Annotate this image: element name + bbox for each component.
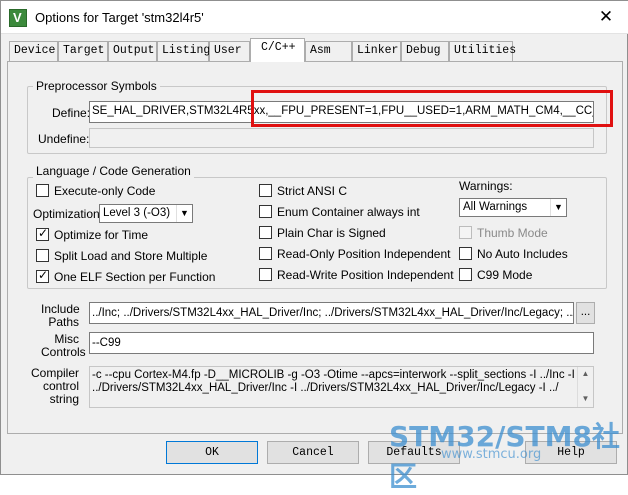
ok-button[interactable]: OK <box>166 441 258 464</box>
tab-debug[interactable]: Debug <box>401 41 449 61</box>
compiler-control-label: Compiler control string <box>31 367 79 406</box>
tab-label: Linker <box>357 44 399 57</box>
window-title: Options for Target 'stm32l4r5' <box>35 10 204 25</box>
include-paths-label-line2: Paths <box>48 315 79 329</box>
tab-label: Target <box>63 44 105 57</box>
split-load-checkbox[interactable] <box>36 249 49 262</box>
tab-label: User <box>214 44 242 57</box>
rw-position-checkbox[interactable] <box>259 268 272 281</box>
enum-container-label: Enum Container always int <box>277 205 420 219</box>
cancel-label: Cancel <box>292 446 334 459</box>
tab-label: C/C++ <box>261 41 296 54</box>
cancel-button[interactable]: Cancel <box>267 441 359 464</box>
tab-label: Listing <box>162 44 211 57</box>
tab-listing[interactable]: Listing <box>157 41 211 61</box>
rw-position-label: Read-Write Position Independent <box>277 268 454 282</box>
language-group-title: Language / Code Generation <box>33 164 194 178</box>
tab-label: Output <box>113 44 155 57</box>
no-auto-includes-checkbox[interactable] <box>459 247 472 260</box>
chevron-down-icon: ▼ <box>176 205 192 222</box>
compiler-string-line2: ../Drivers/STM32L4xx_HAL_Driver/Inc -I .… <box>92 382 559 394</box>
tab-c-cpp[interactable]: C/C++ <box>250 38 305 62</box>
warnings-value: All Warnings <box>463 201 528 213</box>
optimize-time-checkbox[interactable] <box>36 226 49 241</box>
split-load-label: Split Load and Store Multiple <box>54 249 208 263</box>
undefine-input[interactable] <box>89 128 594 148</box>
optimize-time-label: Optimize for Time <box>54 228 149 242</box>
execute-only-checkbox[interactable] <box>36 184 49 197</box>
warnings-select[interactable]: All Warnings ▼ <box>459 198 567 217</box>
no-auto-includes-label: No Auto Includes <box>477 247 568 261</box>
misc-controls-input[interactable]: --C99 <box>89 332 594 354</box>
plain-char-checkbox[interactable] <box>259 226 272 239</box>
strict-ansi-label: Strict ANSI C <box>277 184 348 198</box>
tab-label: Device <box>14 44 56 57</box>
enum-container-checkbox[interactable] <box>259 205 272 218</box>
tab-label: Debug <box>406 44 441 57</box>
scroll-down-icon[interactable]: ▼ <box>578 392 593 406</box>
misc-controls-label: Misc Controls <box>41 333 86 359</box>
tab-user[interactable]: User <box>209 41 250 61</box>
one-elf-checkbox[interactable] <box>36 268 49 283</box>
misc-controls-value: --C99 <box>92 337 121 349</box>
tab-asm[interactable]: Asm <box>305 41 352 61</box>
watermark-url: www.stmcu.org <box>441 447 542 462</box>
warnings-label: Warnings: <box>459 179 513 193</box>
tab-utilities[interactable]: Utilities <box>449 41 517 61</box>
compiler-control-label-line3: string <box>49 392 79 406</box>
include-paths-label: Include Paths <box>41 303 80 329</box>
execute-only-label: Execute-only Code <box>54 184 156 198</box>
tab-label: Asm <box>310 44 331 57</box>
one-elf-label: One ELF Section per Function <box>54 270 216 284</box>
ro-position-label: Read-Only Position Independent <box>277 247 451 261</box>
thumb-mode-checkbox[interactable] <box>459 226 472 239</box>
preprocessor-group-title: Preprocessor Symbols <box>33 79 160 93</box>
close-icon: ✕ <box>598 7 614 26</box>
thumb-mode-label: Thumb Mode <box>477 226 548 240</box>
scroll-up-icon[interactable]: ▲ <box>578 367 593 381</box>
compiler-string-scrollbar[interactable]: ▲ ▼ <box>577 367 593 407</box>
c99-mode-checkbox[interactable] <box>459 268 472 281</box>
title-bar: V Options for Target 'stm32l4r5' ✕ <box>1 1 628 34</box>
include-paths-value: ../Inc; ../Drivers/STM32L4xx_HAL_Driver/… <box>92 307 574 319</box>
tab-device[interactable]: Device <box>9 41 58 61</box>
ro-position-checkbox[interactable] <box>259 247 272 260</box>
undefine-label: Undefine: <box>38 132 90 146</box>
c99-mode-label: C99 Mode <box>477 268 533 282</box>
chevron-down-icon: ▼ <box>550 199 566 216</box>
options-dialog: V Options for Target 'stm32l4r5' ✕ Devic… <box>0 0 628 493</box>
tab-output[interactable]: Output <box>108 41 157 61</box>
ellipsis-icon: ... <box>580 306 591 318</box>
optimization-label: Optimization: <box>33 207 104 221</box>
optimization-select[interactable]: Level 3 (-O3) ▼ <box>99 204 193 223</box>
ok-label: OK <box>205 446 219 459</box>
optimization-value: Level 3 (-O3) <box>103 207 171 219</box>
annotation-highlight-box <box>251 90 613 127</box>
include-paths-input[interactable]: ../Inc; ../Drivers/STM32L4xx_HAL_Driver/… <box>89 302 574 324</box>
tab-linker[interactable]: Linker <box>352 41 401 61</box>
strict-ansi-checkbox[interactable] <box>259 184 272 197</box>
tab-label: Utilities <box>454 44 517 57</box>
compiler-control-string[interactable]: -c --cpu Cortex-M4.fp -D__MICROLIB -g -O… <box>89 366 594 408</box>
define-label: Define: <box>52 106 91 120</box>
tab-target[interactable]: Target <box>58 41 108 61</box>
misc-controls-label-line2: Controls <box>41 345 86 359</box>
keil-app-icon: V <box>9 9 27 27</box>
close-button[interactable]: ✕ <box>589 5 623 29</box>
include-paths-browse-button[interactable]: ... <box>576 302 595 324</box>
plain-char-label: Plain Char is Signed <box>277 226 386 240</box>
compiler-string-line1: -c --cpu Cortex-M4.fp -D__MICROLIB -g -O… <box>92 369 575 381</box>
